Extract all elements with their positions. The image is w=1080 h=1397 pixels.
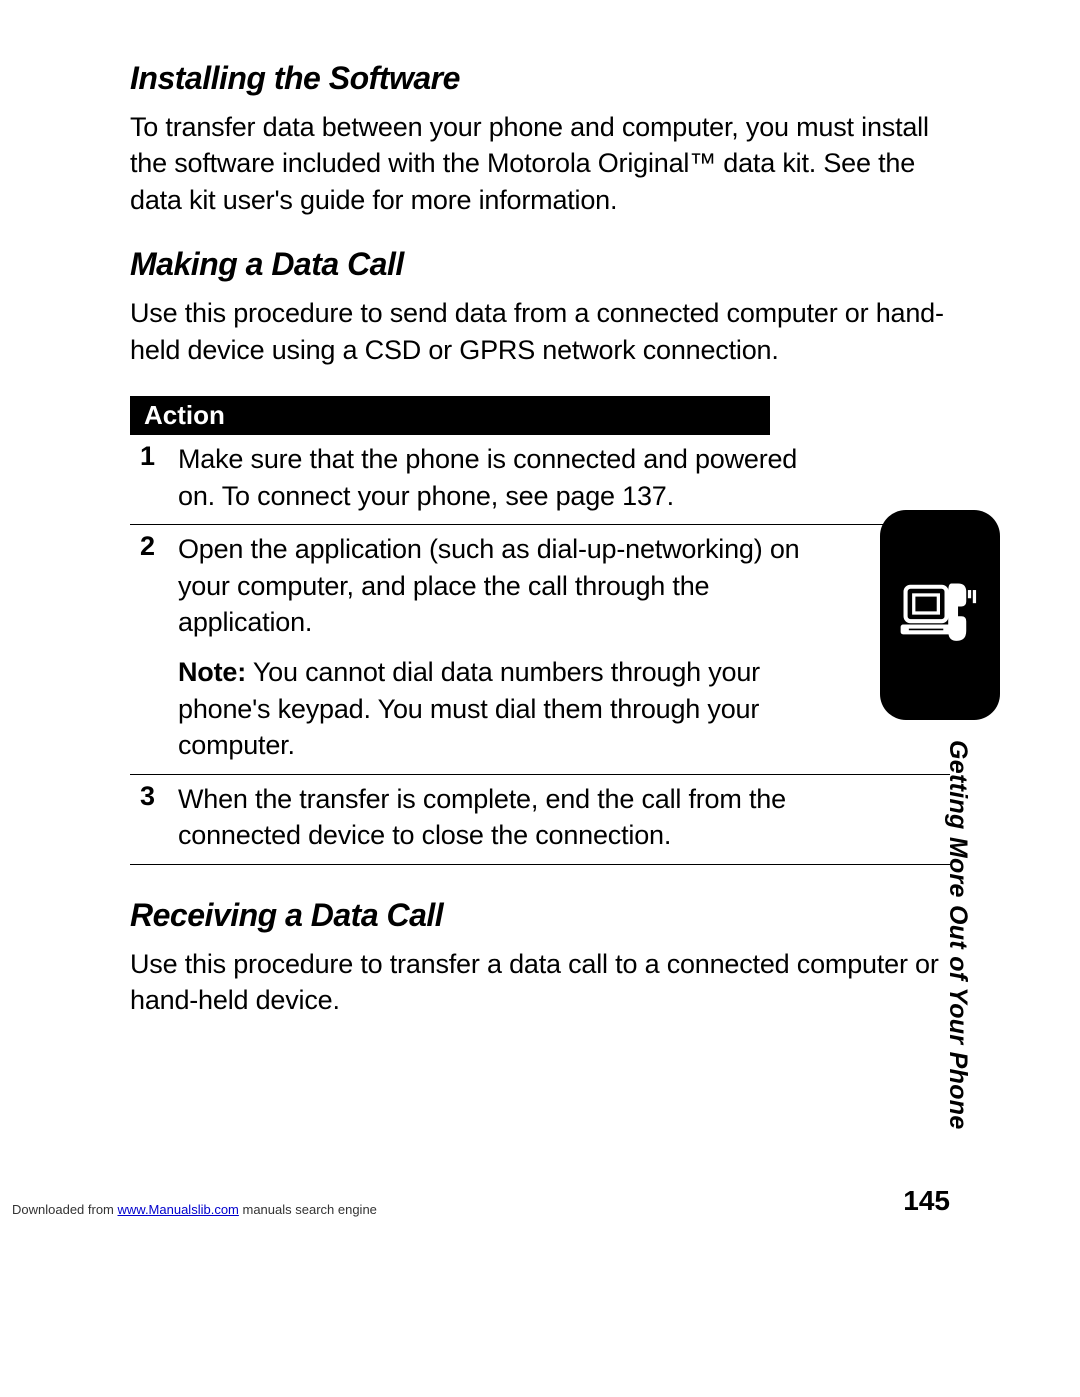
action-table: 1 Make sure that the phone is connected … bbox=[130, 435, 950, 864]
page-number: 145 bbox=[903, 1185, 950, 1217]
action-header: Action bbox=[130, 396, 770, 435]
heading-making-call: Making a Data Call bbox=[130, 246, 950, 283]
step-number: 1 bbox=[130, 441, 178, 514]
footer-prefix: Downloaded from bbox=[12, 1202, 118, 1217]
body-installing: To transfer data between your phone and … bbox=[130, 109, 950, 218]
step-number: 2 bbox=[130, 531, 178, 764]
step-number: 3 bbox=[130, 781, 178, 854]
section-label-vertical: Getting More Out of Your Phone bbox=[943, 740, 972, 1170]
computer-phone-icon bbox=[899, 572, 981, 659]
footer-source: Downloaded from www.Manualslib.com manua… bbox=[12, 1202, 377, 1217]
manual-page: Installing the Software To transfer data… bbox=[0, 0, 1080, 1397]
note-label: Note: bbox=[178, 657, 246, 687]
step-text: Make sure that the phone is connected an… bbox=[178, 441, 950, 514]
step-text: When the transfer is complete, end the c… bbox=[178, 781, 950, 854]
section-tab bbox=[880, 510, 1000, 720]
action-row: 1 Make sure that the phone is connected … bbox=[130, 435, 950, 525]
step-text: Open the application (such as dial-up-ne… bbox=[178, 531, 950, 764]
body-making-call: Use this procedure to send data from a c… bbox=[130, 295, 950, 368]
footer-link[interactable]: www.Manualslib.com bbox=[118, 1202, 239, 1217]
step-main: Open the application (such as dial-up-ne… bbox=[178, 534, 799, 637]
note-text: You cannot dial data numbers through you… bbox=[178, 657, 760, 760]
heading-receiving-call: Receiving a Data Call bbox=[130, 897, 950, 934]
action-row: 2 Open the application (such as dial-up-… bbox=[130, 525, 950, 775]
footer-suffix: manuals search engine bbox=[239, 1202, 377, 1217]
heading-installing: Installing the Software bbox=[130, 60, 950, 97]
action-row: 3 When the transfer is complete, end the… bbox=[130, 775, 950, 865]
step-note: Note: You cannot dial data numbers throu… bbox=[178, 654, 820, 763]
body-receiving-call: Use this procedure to transfer a data ca… bbox=[130, 946, 950, 1019]
